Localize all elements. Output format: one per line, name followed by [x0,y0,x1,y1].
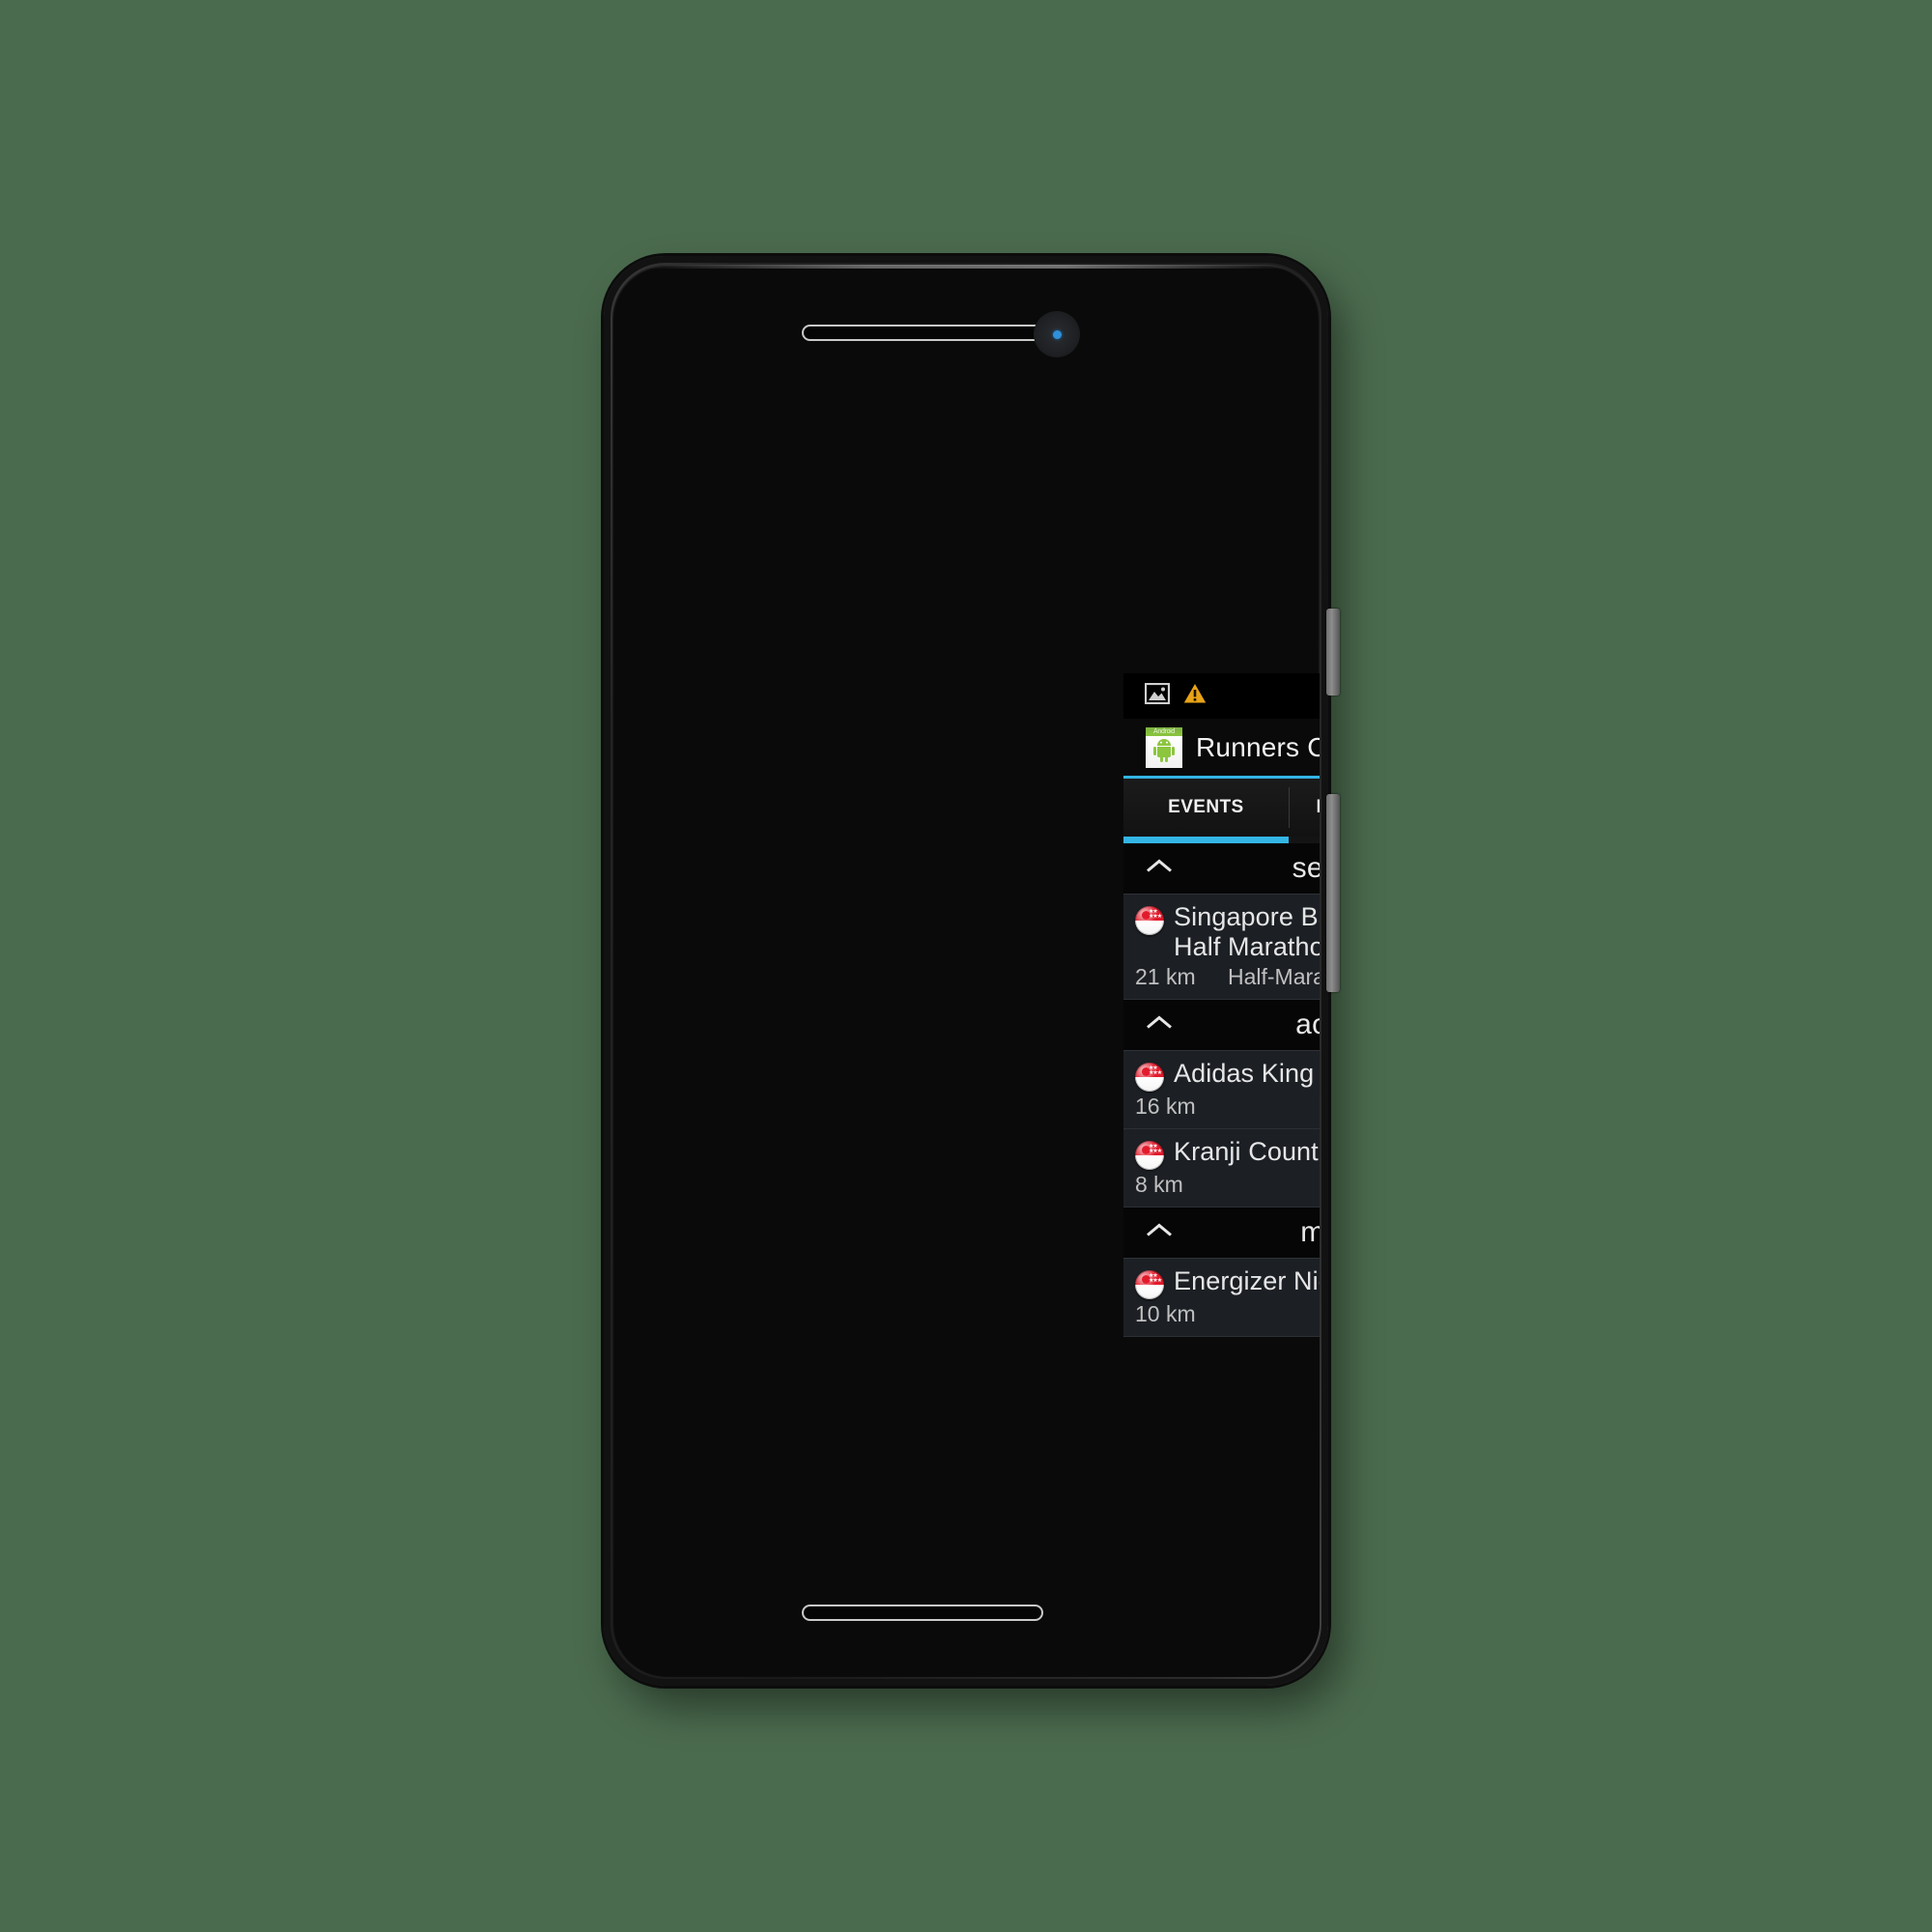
app-icon-label: Android [1152,727,1176,735]
section-header[interactable]: sept.-2013 [1123,843,1320,895]
front-camera [1034,311,1080,357]
event-row-top: ★★★★★ Adidas King of the Road Singapore [1135,1059,1320,1092]
events-list: sept.-2013 ★★★★★ Singapore Bay Run & Arm… [1123,843,1320,1337]
singapore-flag-icon: ★★ ★★★ [1135,906,1164,935]
bottom-speaker [802,1605,1043,1621]
event-distance: 8 km [1135,1172,1183,1197]
event-distance: 21 km [1135,964,1196,989]
warning-triangle-icon [1183,683,1207,709]
tab-my-events[interactable]: MY EVENTS [1288,779,1320,837]
page-title: Runners Calendar [1196,731,1320,762]
flag-crescent [1139,1067,1151,1076]
tab-bar: EVENTS MY EVENTS STATISTICS [1123,779,1320,837]
event-row-meta: 21 km Half-Marathon 01-sept.-2013 [1135,964,1320,990]
bezel-highlight [640,265,1292,269]
event-distance: 16 km [1135,1094,1196,1119]
event-type: Half-Marathon [1228,964,1320,989]
tab-indicator-track [1123,837,1320,843]
tab-selected-indicator [1123,837,1289,843]
event-row-top: ★★★★★ Energizer Night Trail Singapore [1135,1266,1320,1299]
event-distance: 10 km [1135,1301,1196,1326]
event-row[interactable]: ★★★★★ Kranji Countryside Run Singapore 8… [1123,1129,1320,1208]
flag-stars: ★★ ★★★ [1149,909,1162,920]
event-row[interactable]: ★★★★★ Energizer Night Trail Singapore 10… [1123,1259,1320,1337]
status-bar-left-icons [1133,682,1207,709]
event-name: Adidas King of the Road [1174,1059,1320,1088]
chevron-up-icon[interactable] [1145,1014,1174,1037]
event-row[interactable]: ★★★★★ Singapore Bay Run & Army Half Mara… [1123,895,1320,1000]
event-name: Energizer Night Trail [1174,1266,1320,1295]
chevron-up-icon[interactable] [1145,1222,1174,1244]
volume-button[interactable] [1326,794,1340,992]
phone-device: R [604,256,1328,1686]
event-row[interactable]: ★★★★★ Adidas King of the Road Singapore … [1123,1051,1320,1129]
phone-bezel: R [612,265,1320,1677]
flag-stars: ★★ ★★★ [1149,1144,1162,1154]
event-row-top: ★★★★★ Kranji Countryside Run Singapore [1135,1137,1320,1170]
section-header[interactable]: mai-2013 [1123,1208,1320,1259]
singapore-flag-icon: ★★ ★★★ [1135,1063,1164,1092]
flag-crescent [1139,911,1151,920]
flag-stars: ★★ ★★★ [1149,1065,1162,1076]
android-robot-glyph [1153,738,1175,762]
flag-stars: ★★ ★★★ [1149,1273,1162,1284]
event-row-top: ★★★★★ Singapore Bay Run & Army Half Mara… [1135,902,1320,962]
singapore-flag-icon: ★★ ★★★ [1135,1270,1164,1299]
section-header[interactable]: août-2013 [1123,1000,1320,1051]
android-app-icon: Android [1146,726,1182,768]
event-name: Singapore Bay Run & Army Half Marathon [1174,902,1320,961]
screenshot-image-icon [1144,682,1171,709]
status-bar: R [1123,673,1320,719]
camera-lens [1052,329,1062,339]
earpiece-speaker [802,325,1043,341]
singapore-flag-icon: ★★ ★★★ [1135,1141,1164,1170]
flag-crescent [1139,1146,1151,1154]
scene: R [0,0,1932,1932]
tab-events[interactable]: EVENTS [1123,779,1289,837]
flag-crescent [1139,1275,1151,1284]
event-row-meta: 16 km 11-août-2013 [1135,1094,1320,1120]
phone-screen: R [1123,673,1320,1677]
event-name: Kranji Countryside Run [1174,1137,1320,1166]
power-button[interactable] [1326,609,1340,696]
chevron-up-icon[interactable] [1145,858,1174,880]
event-row-meta: 10 km 17-mai-2013 [1135,1301,1320,1327]
action-bar: Android Runners C [1123,719,1320,779]
event-row-meta: 8 km 11-août-2013 [1135,1172,1320,1198]
